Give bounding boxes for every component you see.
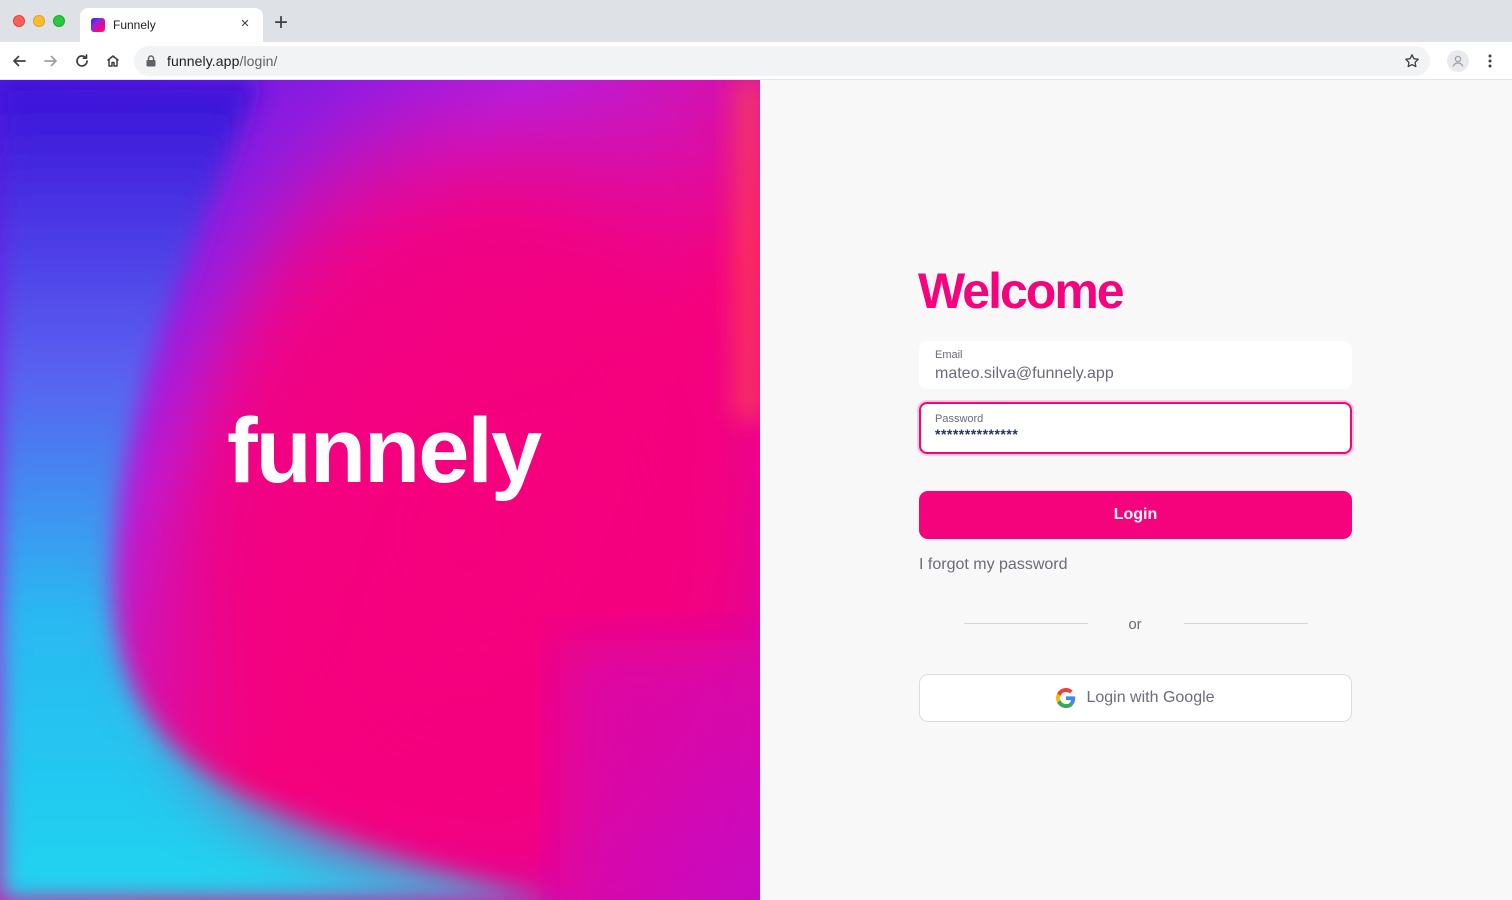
login-panel: Welcome Email mateo.silva@funnely.app Pa…	[760, 80, 1512, 900]
email-value[interactable]: mateo.silva@funnely.app	[935, 365, 1114, 383]
browser-toolbar: funnely.app/login/	[0, 42, 1512, 80]
home-icon[interactable]	[102, 50, 124, 72]
password-label: Password	[935, 413, 984, 425]
page-title: Welcome	[918, 263, 1125, 319]
browser-tab-bar: Funnely × +	[0, 0, 1512, 42]
url-path: /login/	[239, 53, 278, 69]
bookmark-star-icon[interactable]	[1404, 53, 1420, 69]
close-window-button[interactable]	[13, 15, 25, 27]
divider-line-right	[1184, 623, 1308, 624]
email-label: Email	[935, 349, 963, 361]
tab-title: Funnely	[113, 18, 156, 32]
password-field[interactable]: Password **************	[919, 402, 1352, 454]
url-text: funnely.app/login/	[167, 53, 278, 69]
reload-icon[interactable]	[71, 50, 93, 72]
new-tab-button[interactable]: +	[270, 11, 292, 35]
google-login-button[interactable]: Login with Google	[919, 674, 1352, 722]
forward-icon[interactable]	[40, 50, 62, 72]
divider-line-left	[964, 623, 1088, 624]
profile-avatar-icon[interactable]	[1447, 50, 1469, 72]
back-icon[interactable]	[8, 50, 30, 72]
browser-menu-icon[interactable]	[1480, 50, 1500, 72]
google-logo-icon	[1056, 688, 1076, 708]
funnely-favicon-icon	[91, 18, 105, 32]
lock-icon	[146, 55, 156, 67]
maximize-window-button[interactable]	[53, 15, 65, 27]
divider-text: or	[1128, 616, 1142, 633]
browser-tab[interactable]: Funnely ×	[80, 8, 263, 42]
forgot-password-link[interactable]: I forgot my password	[919, 556, 1068, 574]
minimize-window-button[interactable]	[33, 15, 45, 27]
google-login-label: Login with Google	[1086, 689, 1215, 706]
tab-close-icon[interactable]: ×	[237, 16, 253, 32]
brand-wordmark: funnely	[227, 400, 542, 502]
email-field[interactable]: Email mateo.silva@funnely.app	[919, 341, 1352, 389]
password-value[interactable]: **************	[935, 426, 1018, 442]
login-page: funnely Welcome Email mateo.silva@funnel…	[0, 80, 1512, 900]
login-button[interactable]: Login	[919, 491, 1352, 539]
hero-gradient-panel: funnely	[0, 80, 760, 900]
url-host: funnely.app	[167, 53, 240, 69]
address-bar[interactable]: funnely.app/login/	[134, 46, 1430, 76]
